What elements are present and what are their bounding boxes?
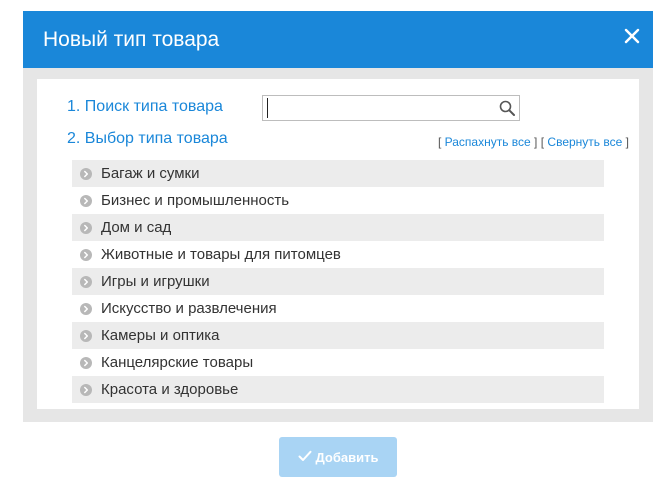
- search-field[interactable]: [262, 95, 520, 121]
- category-label: Камеры и оптика: [101, 327, 220, 344]
- expand-arrow-icon[interactable]: [80, 302, 92, 315]
- category-label: Игры и игрушки: [101, 273, 210, 290]
- close-icon[interactable]: [623, 27, 641, 45]
- check-icon: [298, 450, 312, 465]
- add-button-label: Добавить: [315, 450, 379, 466]
- collapse-all-link[interactable]: Свернуть все: [547, 135, 622, 149]
- search-step-label: 1. Поиск типа товара: [67, 98, 223, 115]
- category-item[interactable]: Красота и здоровье: [72, 376, 604, 403]
- expand-arrow-icon[interactable]: [80, 356, 92, 369]
- expand-all-link[interactable]: Распахнуть все: [445, 135, 531, 149]
- tree-controls: [ Распахнуть все ] [ Свернуть все ]: [438, 134, 629, 150]
- category-item[interactable]: Багаж и сумки: [72, 160, 604, 187]
- bracket: ]: [534, 135, 538, 149]
- search-input[interactable]: [267, 98, 494, 118]
- category-item[interactable]: Животные и товары для питомцев: [72, 241, 604, 268]
- expand-arrow-icon[interactable]: [80, 383, 92, 396]
- expand-arrow-icon[interactable]: [80, 194, 92, 207]
- category-item[interactable]: Искусство и развлечения: [72, 295, 604, 322]
- dialog-title: Новый тип товара: [43, 28, 220, 51]
- category-label: Красота и здоровье: [101, 381, 239, 398]
- category-label: Бизнес и промышленность: [101, 192, 290, 209]
- expand-arrow-icon[interactable]: [80, 167, 92, 180]
- category-label: Искусство и развлечения: [101, 300, 277, 317]
- category-item[interactable]: Дом и сад: [72, 214, 604, 241]
- bracket: [: [437, 135, 442, 149]
- bracket: [: [540, 135, 545, 149]
- search-icon[interactable]: [498, 99, 516, 117]
- category-label: Животные и товары для питомцев: [101, 246, 341, 263]
- add-button[interactable]: Добавить: [279, 437, 397, 477]
- bracket: ]: [625, 135, 629, 149]
- dialog-header: Новый тип товара: [23, 11, 653, 68]
- category-item[interactable]: Канцелярские товары: [72, 349, 604, 376]
- category-item[interactable]: Камеры и оптика: [72, 322, 604, 349]
- content-panel: 1. Поиск типа товара 2. Выбор типа товар…: [37, 79, 639, 409]
- select-step-label: 2. Выбор типа товара: [67, 130, 228, 147]
- expand-arrow-icon[interactable]: [80, 248, 92, 261]
- category-label: Дом и сад: [101, 219, 172, 236]
- category-tree: Багаж и сумки Бизнес и промышленность Дом …: [72, 160, 604, 403]
- category-label: Багаж и сумки: [101, 165, 200, 182]
- expand-arrow-icon[interactable]: [80, 329, 92, 342]
- new-product-type-dialog: Новый тип товара 1. Поиск типа товара 2.…: [23, 11, 653, 422]
- expand-arrow-icon[interactable]: [80, 221, 92, 234]
- category-item[interactable]: Бизнес и промышленность: [72, 187, 604, 214]
- category-label: Канцелярские товары: [101, 354, 254, 371]
- expand-arrow-icon[interactable]: [80, 275, 92, 288]
- category-item[interactable]: Игры и игрушки: [72, 268, 604, 295]
